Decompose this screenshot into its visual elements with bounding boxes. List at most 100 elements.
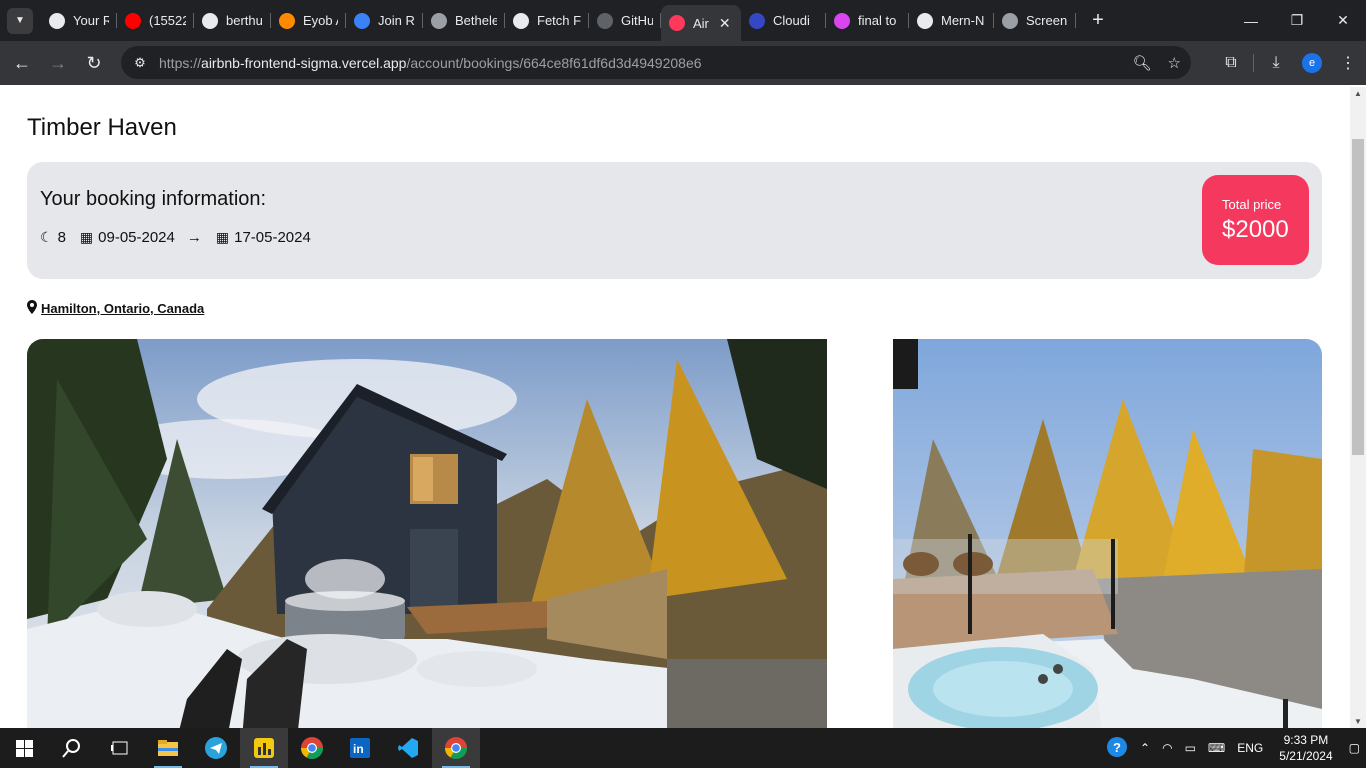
extensions-icon[interactable]: ⧉ (1213, 54, 1249, 72)
profile-avatar[interactable]: e (1302, 53, 1322, 73)
map-pin-icon (27, 300, 37, 317)
menu-icon[interactable]: ⋮ (1330, 53, 1366, 73)
tab-title: Bethele (455, 13, 497, 28)
price-label: Total price (1222, 197, 1282, 212)
tab-title: final to (858, 13, 897, 28)
zoom-icon[interactable]: 🔍︎ (1133, 54, 1152, 72)
language-indicator[interactable]: ENG (1237, 741, 1263, 755)
minimize-icon[interactable]: — (1228, 0, 1274, 41)
browser-tab[interactable]: Join Re (346, 0, 423, 41)
total-price-badge: Total price $2000 (1202, 175, 1309, 265)
browser-tab[interactable]: (15522) (117, 0, 194, 41)
keyboard-icon[interactable]: ⌨ (1208, 741, 1225, 755)
tab-title: berthuf (226, 13, 263, 28)
github-icon (917, 12, 933, 29)
clock-time: 9:33 PM (1283, 733, 1329, 747)
browser-tab[interactable]: berthuf (194, 0, 271, 41)
file-explorer-icon[interactable] (144, 728, 192, 768)
openai-icon (513, 12, 529, 29)
back-button[interactable]: ← (4, 45, 40, 81)
date-arrow: → (186, 229, 202, 246)
scroll-down-icon[interactable]: ▼ (1350, 717, 1366, 726)
site-info-icon[interactable]: ⚙ (125, 55, 155, 71)
url-text[interactable]: https://airbnb-frontend-sigma.vercel.app… (159, 55, 702, 71)
chevron-up-icon[interactable]: ⌃ (1140, 741, 1150, 755)
download-icon[interactable]: ⤓ (1258, 54, 1294, 72)
clock[interactable]: 9:33 PM 5/21/2024 (1279, 732, 1332, 764)
tab-title: Cloudi (773, 13, 810, 28)
reload-icon: ↻ (86, 52, 102, 73)
task-view-icon[interactable] (96, 728, 144, 768)
chevron-down-icon: ▼ (15, 15, 25, 26)
close-tab-icon[interactable]: ✕ (719, 15, 731, 32)
tab-separator (1075, 13, 1076, 28)
check-out-date: 17-05-2024 (234, 229, 311, 246)
browser-tab[interactable]: Eyob A (271, 0, 346, 41)
check-in-date: 09-05-2024 (98, 229, 175, 246)
battery-icon[interactable]: ▭ (1185, 741, 1196, 755)
browser-tab[interactable]: final to (826, 0, 909, 41)
tab-title: Your Re (73, 13, 109, 28)
browser-tab[interactable]: Mern-N (909, 0, 994, 41)
browser-tab[interactable]: Air ✕ (661, 5, 741, 41)
forward-button[interactable]: → (40, 45, 76, 81)
wifi-icon[interactable]: ◠ (1162, 741, 1172, 755)
svg-text:in: in (353, 742, 364, 756)
power-bi-icon[interactable] (240, 728, 288, 768)
tab-title: Mern-N (941, 13, 985, 28)
tab-title: Eyob A (303, 13, 338, 28)
github-icon (597, 12, 613, 29)
address-bar[interactable]: ⚙ https://airbnb-frontend-sigma.vercel.a… (121, 46, 1191, 79)
help-icon[interactable]: ? (1106, 736, 1128, 761)
reload-button[interactable]: ↻ (76, 45, 112, 81)
clock-date: 5/21/2024 (1279, 749, 1333, 763)
page-scrollbar[interactable]: ▲ ▼ (1350, 87, 1366, 728)
address-link[interactable]: Hamilton, Ontario, Canada (27, 300, 204, 317)
scrollbar-thumb[interactable] (1352, 139, 1364, 455)
restore-icon[interactable]: ❐ (1274, 0, 1320, 41)
tab-search-button[interactable]: ▼ (7, 7, 33, 34)
browser-tab[interactable]: Your Re (41, 0, 117, 41)
browser-tab[interactable]: Fetch F (505, 0, 589, 41)
secondary-photo[interactable] (893, 339, 1322, 728)
chrome-active-icon[interactable] (432, 728, 480, 768)
windows-taskbar: in ? ⌃ ◠ ▭ ⌨ ENG 9:33 PM 5/21/2024 ▢ (0, 728, 1366, 768)
browser-tab[interactable]: Screen (994, 0, 1076, 41)
tab-title: Fetch F (537, 13, 581, 28)
close-window-icon[interactable]: ✕ (1320, 0, 1366, 41)
browser-tab[interactable]: GitHub (589, 0, 661, 41)
scroll-up-icon[interactable]: ▲ (1350, 89, 1366, 98)
booking-info-panel: Your booking information: ☾ 8 ▦ 09-05-20… (27, 162, 1322, 279)
booking-meta: ☾ 8 ▦ 09-05-2024 → ▦ 17-05-2024 (40, 229, 311, 246)
bookmark-star-icon[interactable]: ☆ (1168, 54, 1181, 72)
code-icon (834, 12, 850, 29)
replit-icon (354, 12, 370, 29)
browser-tab[interactable]: Bethele (423, 0, 505, 41)
toolbar-divider (1253, 54, 1254, 72)
telegram-icon[interactable] (192, 728, 240, 768)
linkedin-icon[interactable]: in (336, 728, 384, 768)
chrome-icon[interactable] (288, 728, 336, 768)
globe-icon (431, 12, 447, 29)
github-icon (202, 12, 218, 29)
cloudinary-icon (749, 12, 765, 29)
forward-arrow-icon: → (49, 52, 67, 73)
windows-start-icon[interactable] (0, 728, 48, 768)
main-photo[interactable] (27, 339, 827, 728)
browser-toolbar: ← → ↻ ⚙ https://airbnb-frontend-sigma.ve… (0, 41, 1366, 85)
browser-tab[interactable]: Cloudi (741, 0, 826, 41)
notification-icon[interactable]: ▢ (1349, 741, 1360, 755)
address-text: Hamilton, Ontario, Canada (41, 301, 205, 316)
openai-icon (49, 12, 65, 29)
page-content: Timber Haven Your booking information: ☾… (0, 87, 1350, 728)
back-arrow-icon: ← (13, 52, 31, 73)
booking-heading: Your booking information: (40, 188, 267, 210)
nights-count: 8 (57, 229, 66, 246)
place-title: Timber Haven (27, 114, 177, 141)
tab-strip: ▼ Your Re (15522) berthuf Eyob A Join Re Beth… (0, 0, 1366, 41)
new-tab-button[interactable]: + (1084, 7, 1112, 35)
price-value: $2000 (1222, 216, 1289, 243)
vscode-icon[interactable] (384, 728, 432, 768)
svg-text:?: ? (1113, 740, 1121, 755)
search-icon[interactable] (48, 728, 96, 768)
